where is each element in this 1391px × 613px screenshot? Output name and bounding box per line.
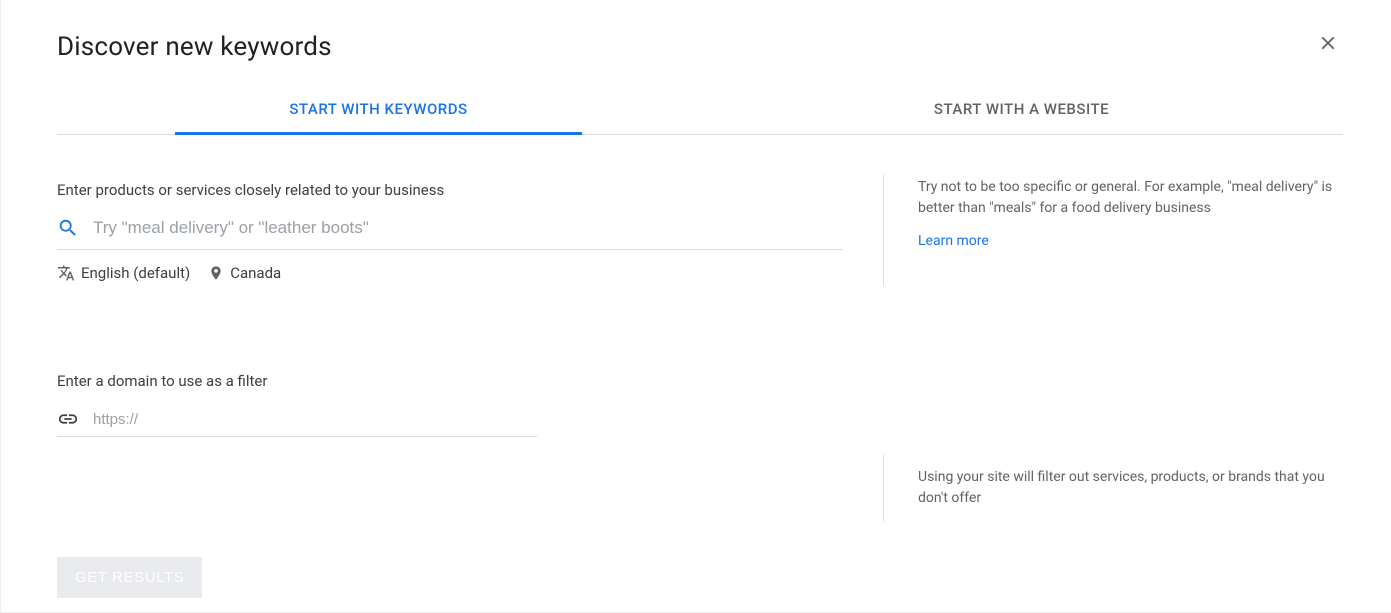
learn-more-link[interactable]: Learn more: [918, 231, 989, 252]
tab-bar: START WITH KEYWORDS START WITH A WEBSITE: [57, 86, 1343, 135]
hint-keywords-text: Try not to be too specific or general. F…: [918, 179, 1332, 216]
title-row: Discover new keywords: [57, 32, 1343, 62]
language-chip[interactable]: English (default): [57, 264, 190, 282]
page-title: Discover new keywords: [57, 32, 332, 62]
products-label: Enter products or services closely relat…: [57, 181, 843, 199]
tab-start-with-website[interactable]: START WITH A WEBSITE: [700, 86, 1343, 134]
search-icon: [57, 217, 79, 239]
location-icon: [208, 265, 224, 281]
location-chip[interactable]: Canada: [208, 264, 281, 282]
tab-start-with-keywords[interactable]: START WITH KEYWORDS: [57, 86, 700, 134]
left-column: Enter products or services closely relat…: [57, 181, 883, 598]
keyword-planner-dialog: Discover new keywords START WITH KEYWORD…: [0, 0, 1391, 613]
domain-label: Enter a domain to use as a filter: [57, 372, 843, 390]
domain-section: Enter a domain to use as a filter: [57, 372, 843, 437]
keyword-input-row: [57, 213, 843, 250]
link-icon: [57, 408, 79, 430]
hint-domain-text: Using your site will filter out services…: [918, 469, 1325, 506]
domain-input-row: [57, 404, 537, 437]
get-results-button[interactable]: GET RESULTS: [57, 557, 202, 598]
settings-chips: English (default) Canada: [57, 264, 843, 282]
dialog-body: Enter products or services closely relat…: [57, 181, 1343, 598]
language-label: English (default): [81, 264, 190, 282]
domain-input[interactable]: [93, 411, 537, 428]
keyword-input[interactable]: [93, 218, 843, 238]
hint-keywords: Try not to be too specific or general. F…: [883, 175, 1343, 285]
right-column: Try not to be too specific or general. F…: [883, 181, 1343, 598]
close-icon[interactable]: [1313, 28, 1343, 62]
location-label: Canada: [230, 264, 281, 282]
products-section: Enter products or services closely relat…: [57, 181, 843, 282]
translate-icon: [57, 264, 75, 282]
hint-domain: Using your site will filter out services…: [883, 455, 1343, 521]
